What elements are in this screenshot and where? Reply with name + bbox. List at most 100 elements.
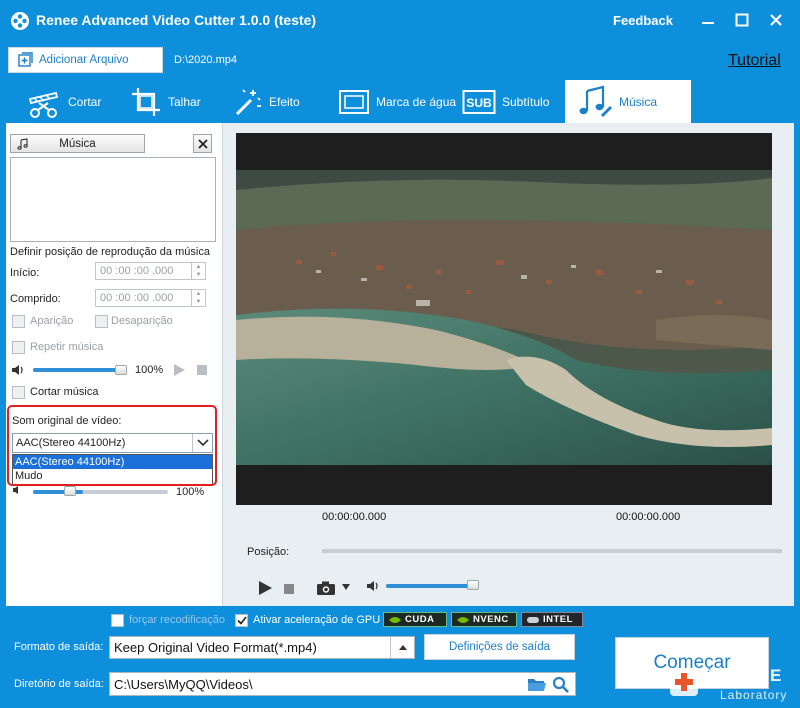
add-music-button[interactable]: Música (10, 134, 145, 153)
tab-musica[interactable]: Música (565, 80, 691, 123)
gpu-badge-label: INTEL (543, 614, 573, 625)
maximize-icon[interactable] (732, 10, 752, 30)
tab-cortar[interactable]: Cortar (26, 80, 126, 123)
nvenc-badge: NVENC (451, 612, 517, 627)
player-volume-fill (386, 584, 476, 588)
tab-talhar[interactable]: Talhar (130, 80, 230, 123)
chevron-down-icon[interactable] (341, 582, 351, 592)
close-icon (197, 138, 208, 149)
close-window-icon[interactable] (766, 10, 786, 30)
chevron-up-icon (398, 645, 407, 650)
play-music-icon[interactable] (172, 363, 186, 377)
intel-icon (527, 616, 539, 623)
remove-music-button[interactable] (193, 134, 212, 153)
repeat-music-label: Repetir música (30, 341, 104, 353)
tab-label: Marca de água (376, 94, 457, 109)
nvidia-icon (389, 616, 401, 623)
tab-label: Efeito (269, 94, 300, 109)
output-dir-field[interactable]: C:\Users\MyQQ\Videos\ (109, 672, 576, 696)
folder-icon[interactable] (527, 676, 547, 693)
volume-icon (12, 365, 23, 375)
position-slider[interactable] (322, 549, 782, 553)
magic-wand-icon (235, 88, 261, 115)
player-volume-knob[interactable] (467, 580, 479, 590)
music-note-icon (579, 85, 612, 117)
add-file-icon (18, 52, 33, 67)
music-button-label: Música (59, 137, 96, 150)
checkmark-icon (236, 616, 247, 625)
tab-efeito[interactable]: Efeito (231, 80, 331, 123)
intel-badge: INTEL (521, 612, 583, 627)
clapper-scissors-icon (28, 91, 59, 118)
music-volume-knob[interactable] (115, 365, 127, 375)
length-time-value: 00 :00 :00 .000 (100, 292, 174, 304)
stop-icon[interactable] (283, 583, 295, 595)
tutorial-link[interactable]: Tutorial (728, 52, 781, 70)
length-time-field[interactable]: 00 :00 :00 .000 ▲ ▼ (95, 289, 206, 307)
original-volume-track[interactable] (33, 490, 168, 494)
watermark-sub: Laboratory (720, 688, 788, 702)
current-time: 00:00:00.000 (322, 511, 387, 523)
renee-logo-icon (670, 668, 698, 696)
force-reencode-label: forçar recodificação (129, 614, 225, 626)
player-volume-track[interactable] (386, 584, 476, 588)
tab-label: Música (619, 94, 658, 109)
position-label: Posição: (247, 546, 290, 558)
cut-music-checkbox[interactable] (12, 386, 25, 399)
highlight-box (7, 405, 217, 486)
fade-out-label: Desaparição (111, 315, 173, 327)
watermark-icon (339, 89, 369, 114)
add-file-label: Adicionar Arquivo (39, 54, 129, 66)
repeat-music-checkbox[interactable] (12, 341, 25, 354)
length-time-spinner[interactable]: ▲ ▼ (191, 290, 205, 306)
original-volume-knob[interactable] (64, 486, 76, 496)
renee-watermark: RENE.E Laboratory (668, 664, 800, 708)
length-label: Comprido: (10, 293, 61, 305)
title-bar: Renee Advanced Video Cutter 1.0.0 (teste… (0, 0, 800, 42)
search-icon[interactable] (552, 676, 570, 694)
music-list[interactable] (10, 157, 216, 242)
output-format-select[interactable]: Keep Original Video Format(*.mp4) (109, 636, 415, 659)
start-time-value: 00 :00 :00 .000 (100, 265, 174, 277)
tab-bar: Cortar Talhar Efeito Marca de água SUB S… (0, 80, 800, 123)
position-heading: Definir posição de reprodução da música (10, 246, 210, 258)
cut-music-label: Cortar música (30, 386, 99, 398)
original-volume-value: 100% (176, 486, 205, 498)
gpu-badge-label: CUDA (405, 614, 435, 625)
video-preview[interactable] (236, 133, 772, 505)
player-volume-icon[interactable] (366, 579, 380, 593)
play-icon[interactable] (258, 580, 273, 596)
tab-marca-de-agua[interactable]: Marca de água (338, 80, 460, 123)
gpu-badge-label: NVENC (473, 614, 509, 625)
camera-icon[interactable] (316, 580, 338, 596)
output-settings-button[interactable]: Definições de saída (424, 634, 575, 660)
add-file-button[interactable]: Adicionar Arquivo (8, 47, 163, 73)
fade-out-checkbox[interactable] (95, 315, 108, 328)
fade-in-checkbox[interactable] (12, 315, 25, 328)
minimize-icon[interactable] (698, 10, 718, 30)
format-dropdown-arrow[interactable] (390, 637, 414, 658)
music-volume-track[interactable] (33, 368, 123, 372)
subtitle-icon: SUB (462, 89, 496, 114)
crop-film-icon (132, 87, 160, 116)
tab-label: Subtítulo (502, 94, 550, 109)
stop-music-icon[interactable] (196, 364, 208, 376)
music-volume-value: 100% (135, 364, 164, 376)
start-label: Início: (10, 267, 40, 279)
gpu-accel-checkbox[interactable] (235, 614, 248, 627)
cuda-badge: CUDA (383, 612, 447, 627)
start-time-spinner[interactable]: ▲ ▼ (191, 263, 205, 279)
output-format-value: Keep Original Video Format(*.mp4) (114, 640, 317, 655)
tab-subtitulo[interactable]: SUB Subtítulo (462, 80, 562, 123)
fade-in-label: Aparição (30, 315, 74, 327)
original-volume-icon (13, 486, 18, 494)
force-reencode-checkbox[interactable] (111, 614, 124, 627)
start-time-field[interactable]: 00 :00 :00 .000 ▲ ▼ (95, 262, 206, 280)
output-format-label: Formato de saída: (14, 641, 104, 653)
output-dir-value: C:\Users\MyQQ\Videos\ (114, 676, 253, 692)
video-frame (236, 170, 772, 465)
nvidia-icon (457, 616, 469, 623)
svg-text:SUB: SUB (466, 96, 492, 110)
app-title: Renee Advanced Video Cutter 1.0.0 (teste… (36, 12, 317, 28)
feedback-link[interactable]: Feedback (613, 13, 673, 28)
